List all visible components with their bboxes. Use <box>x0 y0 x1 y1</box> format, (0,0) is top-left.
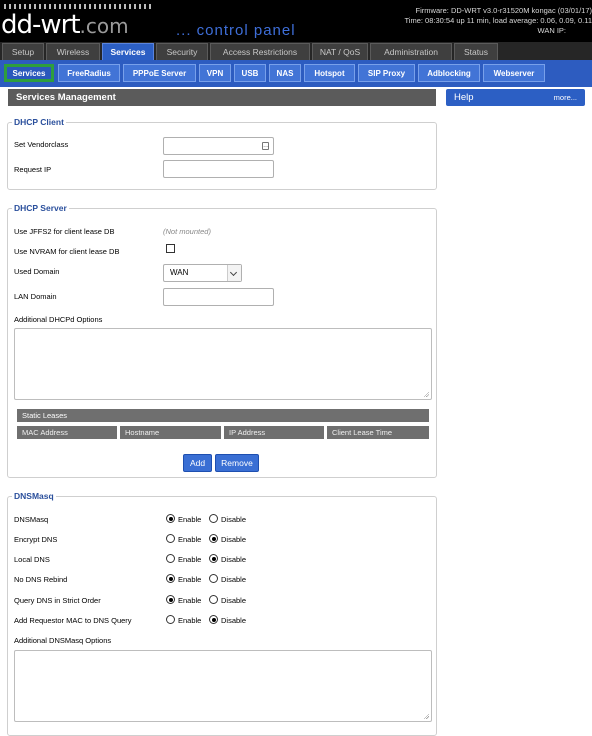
strict-order-enable-radio[interactable] <box>166 595 175 604</box>
remove-lease-button[interactable]: Remove <box>215 454 259 472</box>
request-ip-input[interactable] <box>163 160 274 178</box>
tab-services[interactable]: Services <box>102 43 154 60</box>
column-mac-address: MAC Address <box>17 426 117 439</box>
no-dns-rebind-enable-radio[interactable] <box>166 574 175 583</box>
requestor-mac-label: Add Requestor MAC to DNS Query <box>14 616 132 625</box>
tab-setup[interactable]: Setup <box>2 43 44 60</box>
strict-order-disable-label: Disable <box>221 596 246 605</box>
subtab-freeradius[interactable]: FreeRadius <box>58 64 120 82</box>
strict-order-disable-radio[interactable] <box>209 595 218 604</box>
tab-wireless[interactable]: Wireless <box>46 43 100 60</box>
vendorclass-label: Set Vendorclass <box>14 140 68 149</box>
dhcp-client-legend: DHCP Client <box>12 117 66 128</box>
encrypt-dns-enable-label: Enable <box>178 535 201 544</box>
nvram-label: Use NVRAM for client lease DB <box>14 247 119 256</box>
tab-administration[interactable]: Administration <box>370 43 452 60</box>
requestor-mac-disable-label: Disable <box>221 616 246 625</box>
subtab-vpn[interactable]: VPN <box>199 64 231 82</box>
local-dns-disable-label: Disable <box>221 555 246 564</box>
resize-grip-icon[interactable] <box>423 391 429 397</box>
subtab-nas[interactable]: NAS <box>269 64 301 82</box>
no-dns-rebind-enable-label: Enable <box>178 575 201 584</box>
requestor-mac-enable-radio[interactable] <box>166 615 175 624</box>
help-title: Help <box>454 92 474 103</box>
dhcp-server-section: DHCP Server Use JFFS2 for client lease D… <box>7 208 437 478</box>
dnsmasq-options-textarea[interactable] <box>14 650 432 722</box>
dhcpd-options-label: Additional DHCPd Options <box>14 315 102 324</box>
local-dns-enable-radio[interactable] <box>166 554 175 563</box>
help-panel-header: Help more... <box>446 89 585 106</box>
dnsmasq-section: DNSMasq DNSMasq Enable Disable Encrypt D… <box>7 496 437 736</box>
static-leases-header: Static Leases <box>17 409 429 422</box>
dnsmasq-disable-label: Disable <box>221 515 246 524</box>
used-domain-label: Used Domain <box>14 267 59 276</box>
dnsmasq-options-label: Additional DNSMasq Options <box>14 636 111 645</box>
help-more-link[interactable]: more... <box>554 89 577 106</box>
local-dns-enable-label: Enable <box>178 555 201 564</box>
local-dns-label: Local DNS <box>14 555 50 564</box>
chevron-down-icon <box>227 265 241 281</box>
request-ip-label: Request IP <box>14 165 51 174</box>
uptime-info: Time: 08:30:54 up 11 min, load average: … <box>405 16 592 26</box>
dnsmasq-enable-label: Enable <box>178 515 201 524</box>
subtab-adblocking[interactable]: Adblocking <box>418 64 480 82</box>
add-lease-button[interactable]: Add <box>183 454 212 472</box>
jffs2-not-mounted-note: (Not mounted) <box>163 227 211 236</box>
header: dd-wrt.com ... control panel Firmware: D… <box>0 0 592 42</box>
strict-order-label: Query DNS in Strict Order <box>14 596 101 605</box>
subtab-pppoe-server[interactable]: PPPoE Server <box>123 64 196 82</box>
no-dns-rebind-disable-radio[interactable] <box>209 574 218 583</box>
encrypt-dns-disable-radio[interactable] <box>209 534 218 543</box>
dnsmasq-legend: DNSMasq <box>12 491 56 502</box>
dhcpd-options-textarea[interactable] <box>14 328 432 400</box>
dnsmasq-enable-radio[interactable] <box>166 514 175 523</box>
encrypt-dns-label: Encrypt DNS <box>14 535 57 544</box>
subtab-webserver[interactable]: Webserver <box>483 64 545 82</box>
column-ip-address: IP Address <box>224 426 324 439</box>
encrypt-dns-enable-radio[interactable] <box>166 534 175 543</box>
local-dns-disable-radio[interactable] <box>209 554 218 563</box>
resize-grip-icon[interactable] <box>423 713 429 719</box>
sub-tab-bar: Services FreeRadius PPPoE Server VPN USB… <box>0 60 592 87</box>
page-title: Services Management <box>8 89 436 106</box>
subtab-services[interactable]: Services <box>4 64 54 82</box>
subtab-sip-proxy[interactable]: SIP Proxy <box>358 64 415 82</box>
tab-nat-qos[interactable]: NAT / QoS <box>312 43 368 60</box>
firmware-info: Firmware: DD-WRT v3.0-r31520M kongac (03… <box>405 6 592 36</box>
dnsmasq-disable-radio[interactable] <box>209 514 218 523</box>
no-dns-rebind-disable-label: Disable <box>221 575 246 584</box>
used-domain-value: WAN <box>170 268 188 277</box>
main-tab-bar: Setup Wireless Services Security Access … <box>0 42 592 60</box>
jffs2-label: Use JFFS2 for client lease DB <box>14 227 114 236</box>
subtab-hotspot[interactable]: Hotspot <box>304 64 355 82</box>
strict-order-enable-label: Enable <box>178 596 201 605</box>
dhcp-client-section: DHCP Client Set Vendorclass … Request IP <box>7 122 437 190</box>
lan-domain-label: LAN Domain <box>14 292 57 301</box>
tab-security[interactable]: Security <box>156 43 208 60</box>
firmware-version: Firmware: DD-WRT v3.0-r31520M kongac (03… <box>405 6 592 16</box>
dhcp-server-legend: DHCP Server <box>12 203 69 214</box>
password-manager-icon[interactable]: … <box>262 142 269 150</box>
encrypt-dns-disable-label: Disable <box>221 535 246 544</box>
vendorclass-input[interactable]: … <box>163 137 274 155</box>
column-hostname: Hostname <box>120 426 221 439</box>
no-dns-rebind-label: No DNS Rebind <box>14 575 67 584</box>
requestor-mac-disable-radio[interactable] <box>209 615 218 624</box>
lan-domain-input[interactable] <box>163 288 274 306</box>
wan-ip: WAN IP: <box>405 26 592 36</box>
used-domain-select[interactable]: WAN <box>163 264 242 282</box>
requestor-mac-enable-label: Enable <box>178 616 201 625</box>
tab-status[interactable]: Status <box>454 43 498 60</box>
subtab-usb[interactable]: USB <box>234 64 266 82</box>
dd-wrt-logo: dd-wrt.com <box>1 8 129 42</box>
control-panel-tagline: ... control panel <box>176 22 296 39</box>
column-client-lease-time: Client Lease Time <box>327 426 429 439</box>
dnsmasq-row-label: DNSMasq <box>14 515 48 524</box>
tab-access-restrictions[interactable]: Access Restrictions <box>210 43 310 60</box>
nvram-checkbox[interactable] <box>166 244 175 253</box>
